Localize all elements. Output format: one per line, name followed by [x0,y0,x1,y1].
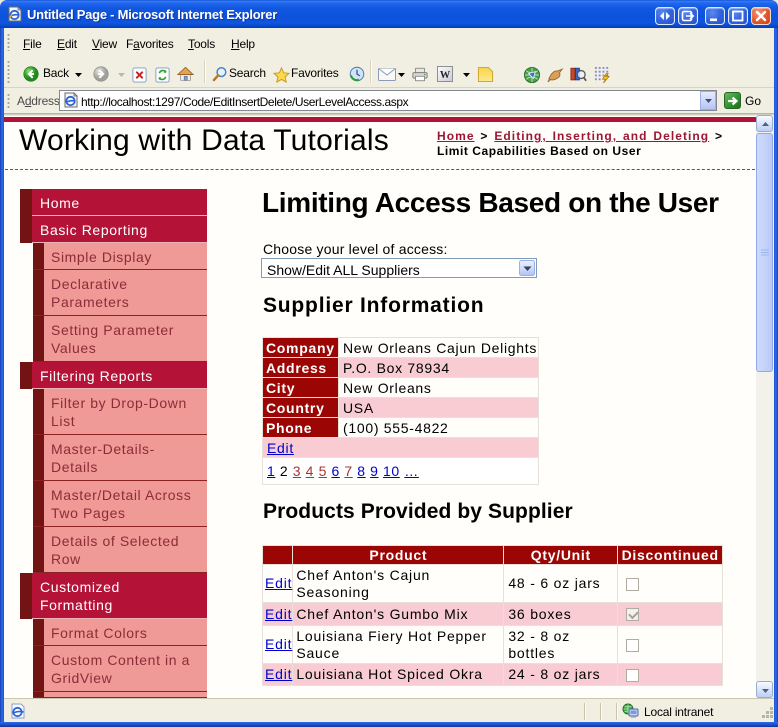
svg-text:W: W [440,70,451,81]
